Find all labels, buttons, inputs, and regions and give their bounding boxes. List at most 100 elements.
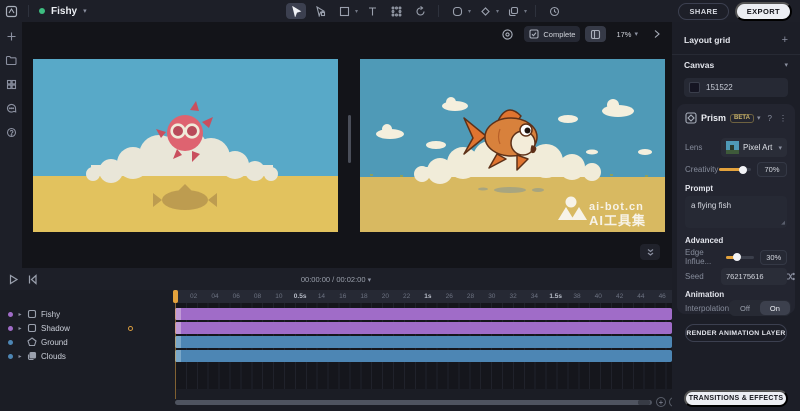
canvas-color-field[interactable]: 151522	[684, 78, 788, 97]
track-bar-clouds[interactable]	[175, 350, 672, 362]
prism-help-icon[interactable]: ?	[768, 114, 772, 123]
layers-tool-button[interactable]	[503, 3, 523, 19]
timeline-scrollbar[interactable]	[175, 400, 652, 405]
prism-more-icon[interactable]: ⋮	[779, 114, 787, 123]
shape-tool-button[interactable]	[447, 3, 467, 19]
layer-row-clouds[interactable]: ▸ Clouds	[0, 349, 175, 363]
help-button[interactable]	[0, 122, 22, 142]
zoom-dropdown[interactable]: 17% ▾	[611, 26, 643, 42]
layer-color-dot	[8, 340, 13, 345]
snapshot-icon[interactable]	[496, 26, 519, 42]
add-button[interactable]	[0, 26, 22, 46]
layer-expand-chevron-icon[interactable]: ▸	[17, 325, 23, 332]
feedback-chat-button[interactable]	[0, 98, 22, 118]
canvas-scrollbar[interactable]	[348, 115, 351, 163]
complete-button[interactable]: Complete	[524, 26, 580, 42]
playhead-handle[interactable]	[173, 290, 178, 303]
shuffle-icon[interactable]	[786, 272, 795, 281]
ruler-label: 44	[630, 290, 651, 303]
render-animation-layer-button[interactable]: RENDER ANIMATION LAYER	[685, 324, 787, 342]
layout-grid-add-icon[interactable]: +	[782, 34, 788, 46]
advanced-label: Advanced	[685, 236, 723, 245]
rotate-tool-button[interactable]	[410, 3, 430, 19]
direct-select-tool-button[interactable]	[310, 3, 330, 19]
layer-row-shadow[interactable]: ▸ Shadow	[0, 321, 175, 335]
time-display[interactable]: 00:00:00 / 00:02:00 ▾	[0, 275, 672, 284]
canvas-section-chevron-icon[interactable]: ▾	[784, 61, 788, 69]
timeline-tracks[interactable]	[175, 303, 672, 389]
seed-field[interactable]	[721, 268, 787, 285]
track-bar-ground[interactable]	[175, 336, 672, 348]
export-button[interactable]: EXPORT	[735, 2, 792, 21]
timeline: 00:00:00 / 00:02:00 ▾ 02040608100.5s1416…	[0, 268, 672, 411]
prism-section: Prism BETA ▾ ? ⋮ Lens Pixel Art ▾ Creati…	[677, 104, 795, 314]
ruler-label: 18	[353, 290, 374, 303]
divider	[438, 5, 439, 17]
layer-row-ground[interactable]: Ground	[0, 335, 175, 349]
interpolation-on-button[interactable]: On	[760, 301, 790, 315]
transform-tool-button[interactable]	[386, 3, 406, 19]
creativity-value[interactable]: 70%	[757, 162, 787, 177]
creativity-slider[interactable]	[719, 168, 751, 171]
assets-grid-button[interactable]	[0, 74, 22, 94]
shape-tool-caret-icon[interactable]: ▾	[468, 8, 471, 15]
divider	[535, 5, 536, 17]
frame-icon	[27, 309, 37, 319]
top-bar: Fishy ▾ ▾ ▾	[0, 0, 800, 22]
component-tool-button[interactable]	[475, 3, 495, 19]
resize-handle-icon[interactable]: ◢	[781, 220, 785, 226]
interpolation-row: Interpolation Off On	[685, 300, 787, 316]
canvas-section-row[interactable]: Canvas ▾	[684, 60, 788, 70]
divider	[28, 5, 29, 17]
layout-grid-row[interactable]: Layout grid +	[684, 34, 788, 46]
lens-row: Lens Pixel Art ▾	[685, 138, 787, 157]
frame-preview-source[interactable]	[33, 59, 338, 232]
polygon-icon	[27, 337, 37, 347]
text-tool-button[interactable]	[362, 3, 382, 19]
layer-expand-chevron-icon[interactable]: ▸	[17, 353, 23, 360]
transitions-effects-button[interactable]: TRANSITIONS & EFFECTS	[684, 390, 788, 407]
files-folder-button[interactable]	[0, 50, 22, 70]
timeline-zoom-in-button[interactable]: +	[656, 397, 666, 407]
doc-menu-chevron-icon[interactable]: ▾	[83, 7, 87, 15]
timeline-ruler[interactable]: 02040608100.5s14161820221s26283032341.5s…	[175, 290, 672, 303]
lens-dropdown[interactable]: Pixel Art ▾	[721, 138, 787, 157]
share-button[interactable]: SHARE	[678, 3, 728, 20]
rectangle-tool-button[interactable]	[334, 3, 354, 19]
panel-toggle-button[interactable]	[585, 26, 606, 42]
time-display-chevron-icon: ▾	[368, 277, 372, 284]
prism-chevron-icon[interactable]: ▾	[757, 114, 761, 122]
seed-input[interactable]	[726, 268, 782, 285]
playhead-line[interactable]	[175, 303, 176, 399]
edge-influence-value[interactable]: 30%	[760, 250, 787, 265]
layer-expand-chevron-icon[interactable]: ▸	[17, 311, 23, 318]
select-tool-button[interactable]	[286, 3, 306, 19]
zoom-chevron-icon: ▾	[634, 30, 638, 38]
rectangle-tool-caret-icon[interactable]: ▾	[355, 8, 358, 15]
group-icon	[27, 351, 37, 361]
keyframe-indicator[interactable]	[128, 326, 133, 331]
collapse-panel-button[interactable]	[640, 244, 660, 260]
track-bar-fishy[interactable]	[175, 308, 672, 320]
right-panel: Layout grid + Canvas ▾ 151522 Prism BETA…	[672, 22, 800, 411]
track-bar-shadow[interactable]	[175, 322, 672, 334]
svg-text:AI工具集: AI工具集	[589, 213, 646, 228]
ruler-label: 38	[566, 290, 587, 303]
color-swatch[interactable]	[689, 82, 700, 93]
history-button[interactable]	[544, 3, 564, 19]
canvas-area[interactable]: Complete 17% ▾	[22, 22, 672, 268]
prism-header[interactable]: Prism BETA ▾ ? ⋮	[685, 112, 787, 124]
main-toolbar: ▾ ▾ ▾ ▾	[286, 0, 564, 22]
edge-influence-slider[interactable]	[726, 256, 754, 259]
interpolation-off-button[interactable]: Off	[730, 301, 760, 315]
layer-list: ▸ Fishy ▸ Shadow Ground ▸ Cl	[0, 303, 175, 411]
layer-row-fishy[interactable]: ▸ Fishy	[0, 307, 175, 321]
layers-tool-caret-icon[interactable]: ▾	[524, 8, 527, 15]
interpolation-toggle: Off On	[729, 300, 791, 316]
app-logo-icon[interactable]	[5, 5, 18, 18]
prompt-textarea[interactable]: a flying fish ◢	[685, 196, 787, 228]
complete-icon	[529, 29, 539, 39]
component-tool-caret-icon[interactable]: ▾	[496, 8, 499, 15]
frame-preview-render[interactable]: ai-bot.cn AI工具集	[360, 59, 665, 232]
next-arrow-button[interactable]	[648, 26, 666, 42]
